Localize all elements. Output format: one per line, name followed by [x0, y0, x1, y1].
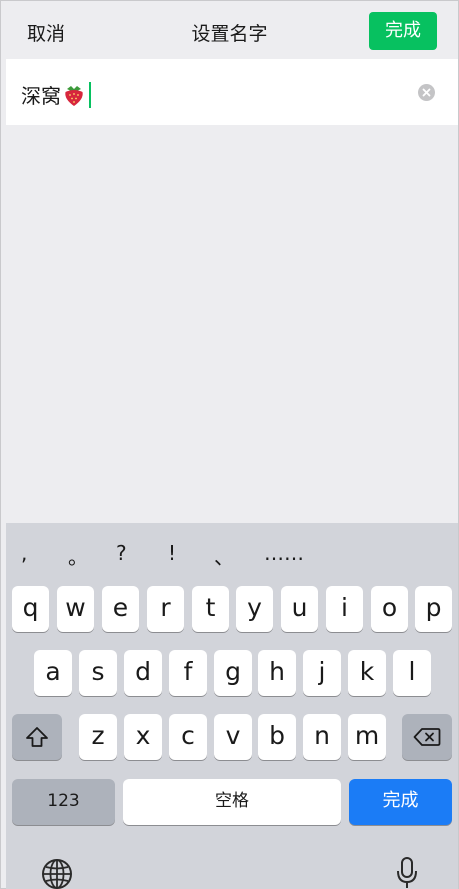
- key-j[interactable]: j: [303, 650, 341, 696]
- key-u[interactable]: u: [281, 586, 318, 632]
- key-s[interactable]: s: [79, 650, 117, 696]
- key-e[interactable]: e: [102, 586, 139, 632]
- space-key[interactable]: 空格: [123, 779, 341, 825]
- punct-enumeration-comma[interactable]: 、: [214, 541, 234, 570]
- key-r[interactable]: r: [147, 586, 184, 632]
- numbers-key[interactable]: 123: [12, 779, 115, 825]
- key-h[interactable]: h: [258, 650, 296, 696]
- shift-key[interactable]: [12, 714, 62, 760]
- punct-period[interactable]: 。: [68, 541, 88, 570]
- key-z[interactable]: z: [79, 714, 117, 760]
- clear-x-icon: [422, 88, 431, 97]
- key-k[interactable]: k: [348, 650, 386, 696]
- return-done-key[interactable]: 完成: [349, 779, 452, 825]
- key-b[interactable]: b: [258, 714, 296, 760]
- key-q[interactable]: q: [12, 586, 49, 632]
- key-d[interactable]: d: [124, 650, 162, 696]
- key-l[interactable]: l: [393, 650, 431, 696]
- punct-question[interactable]: ?: [116, 541, 127, 565]
- clear-input-button[interactable]: [418, 84, 435, 101]
- key-p[interactable]: p: [415, 586, 452, 632]
- navigation-bar: 取消 设置名字 完成: [1, 1, 458, 59]
- punct-comma[interactable]: ,: [21, 541, 27, 565]
- shift-icon: [26, 727, 48, 747]
- key-y[interactable]: y: [236, 586, 273, 632]
- key-f[interactable]: f: [169, 650, 207, 696]
- key-n[interactable]: n: [303, 714, 341, 760]
- key-g[interactable]: g: [214, 650, 252, 696]
- keyboard: , 。 ? ! 、 …… q w e r t y u i o p a s d f…: [6, 523, 458, 889]
- name-input-field[interactable]: 深窝: [6, 59, 458, 125]
- delete-key[interactable]: [402, 714, 452, 760]
- key-v[interactable]: v: [214, 714, 252, 760]
- key-a[interactable]: a: [34, 650, 72, 696]
- key-o[interactable]: o: [371, 586, 408, 632]
- backspace-icon: [413, 728, 441, 746]
- done-button[interactable]: 完成: [369, 12, 437, 50]
- key-i[interactable]: i: [326, 586, 363, 632]
- key-x[interactable]: x: [124, 714, 162, 760]
- punct-ellipsis[interactable]: ……: [264, 541, 304, 565]
- text-caret: [89, 81, 91, 108]
- key-m[interactable]: m: [348, 714, 386, 760]
- key-c[interactable]: c: [169, 714, 207, 760]
- punctuation-candidates: , 。 ? ! 、 ……: [6, 541, 458, 571]
- globe-icon[interactable]: [41, 858, 73, 889]
- name-input-value: 深窝: [21, 80, 91, 109]
- key-t[interactable]: t: [192, 586, 229, 632]
- key-w[interactable]: w: [57, 586, 94, 632]
- strawberry-emoji-icon: [65, 85, 83, 106]
- name-input-text: 深窝: [21, 84, 61, 108]
- punct-exclaim[interactable]: !: [168, 541, 176, 565]
- microphone-icon[interactable]: [395, 856, 419, 889]
